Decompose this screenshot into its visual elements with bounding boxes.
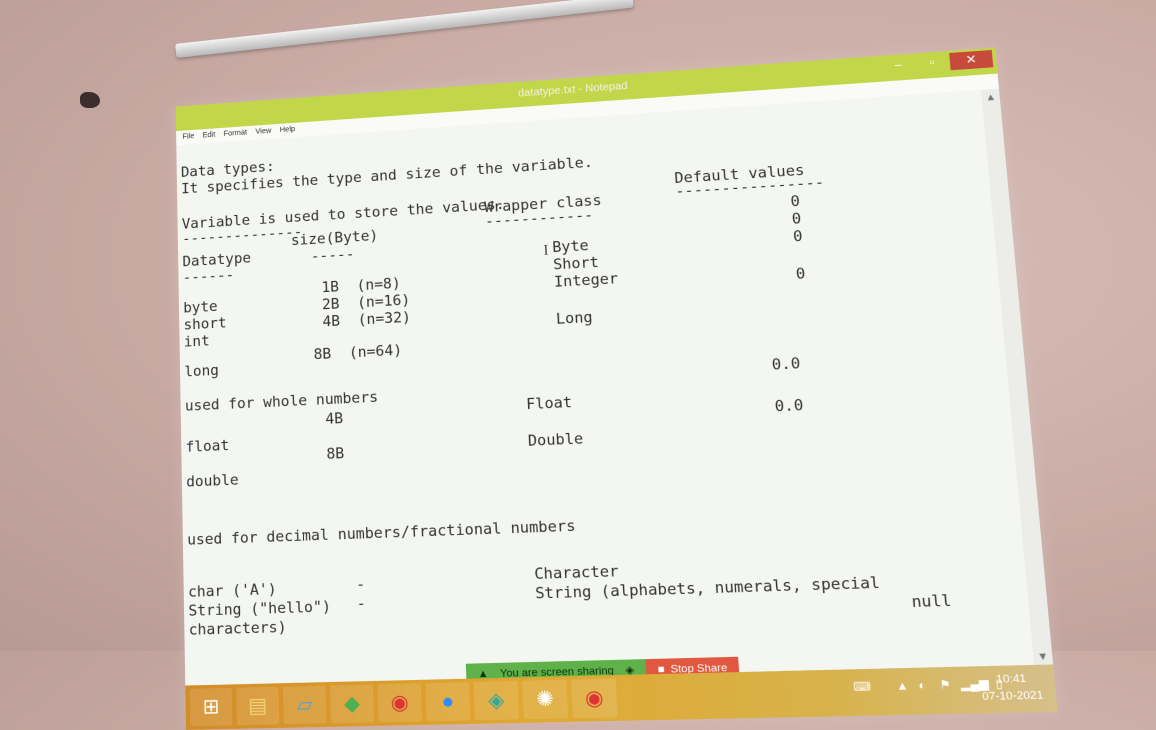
text-cursor-icon: I bbox=[543, 241, 549, 259]
text-line: float bbox=[185, 437, 230, 457]
app-launcher-icon[interactable]: ◆ bbox=[329, 684, 375, 724]
text-line: 0 bbox=[789, 193, 801, 211]
text-line: String ("hello") bbox=[188, 599, 332, 621]
windows-start-icon[interactable]: ⊞ bbox=[189, 687, 233, 727]
text-line: char ('A') bbox=[187, 581, 277, 602]
keyboard-icon[interactable]: ⌨ bbox=[853, 681, 872, 695]
text-line: - bbox=[355, 576, 366, 594]
text-line: Byte bbox=[551, 238, 590, 257]
scroll-up-icon[interactable]: ▲ bbox=[985, 91, 997, 103]
text-line: used for decimal numbers/fractional numb… bbox=[187, 518, 576, 550]
text-line: null bbox=[910, 592, 953, 612]
network-icon[interactable]: ⚑ bbox=[939, 679, 951, 692]
maximize-button[interactable]: ▫ bbox=[915, 53, 949, 73]
chrome-icon[interactable]: ◉ bbox=[570, 678, 618, 719]
text-line: short bbox=[183, 315, 227, 334]
text-line: Integer bbox=[553, 271, 619, 292]
menu-format[interactable]: Format bbox=[224, 129, 248, 138]
text-line: long bbox=[184, 362, 220, 381]
text-line: Character bbox=[533, 563, 620, 584]
menu-file[interactable]: File bbox=[182, 133, 194, 141]
chrome-icon[interactable]: ◉ bbox=[377, 683, 423, 723]
text-line: 0 bbox=[795, 266, 807, 284]
text-line: Float bbox=[525, 394, 573, 414]
text-line: 4B (n=32) bbox=[322, 309, 412, 331]
close-button[interactable]: ✕ bbox=[949, 49, 994, 71]
file-explorer-icon[interactable]: ▤ bbox=[236, 686, 280, 726]
media-player-icon[interactable]: ✺ bbox=[522, 679, 569, 720]
show-hidden-icons[interactable]: ▲ bbox=[896, 680, 909, 693]
projector-screen-rail bbox=[175, 0, 634, 58]
menu-view[interactable]: View bbox=[255, 128, 271, 136]
wall-mark bbox=[80, 92, 100, 108]
text-line: int bbox=[183, 333, 210, 351]
text-line: 0 bbox=[791, 211, 802, 229]
text-line: double bbox=[186, 472, 239, 492]
text-line: ------ bbox=[182, 267, 235, 287]
text-line: Short bbox=[552, 254, 600, 274]
text-line: characters) bbox=[188, 619, 287, 640]
notepad-icon[interactable]: ▱ bbox=[282, 685, 327, 725]
projected-desktop: datatype.txt - Notepad – ▫ ✕ File Edit F… bbox=[175, 47, 1058, 730]
text-line: Variable is used to store the values. bbox=[181, 197, 505, 233]
text-line: - bbox=[356, 595, 367, 613]
text-line: 8B bbox=[326, 446, 345, 464]
notification-icon[interactable]: ◐ bbox=[918, 680, 927, 693]
text-line: size(Byte) bbox=[290, 228, 379, 250]
clock-date: 07-10-2021 bbox=[981, 688, 1044, 704]
text-line: used for whole numbers bbox=[184, 389, 379, 416]
clock[interactable]: 10:41 07-10-2021 bbox=[980, 671, 1044, 706]
text-line: 0 bbox=[792, 228, 804, 246]
zoom-icon[interactable]: ● bbox=[425, 682, 471, 722]
menu-edit[interactable]: Edit bbox=[203, 131, 216, 139]
app-tile-icon[interactable]: ◈ bbox=[473, 680, 520, 721]
text-line: 4B bbox=[325, 411, 344, 429]
text-line: Long bbox=[555, 309, 594, 329]
menu-help[interactable]: Help bbox=[280, 126, 296, 134]
clock-time: 10:41 bbox=[995, 672, 1027, 687]
text-line: byte bbox=[183, 299, 218, 317]
text-line: 8B (n=64) bbox=[313, 342, 403, 364]
minimize-button[interactable]: – bbox=[881, 56, 915, 76]
text-line: 0.0 bbox=[774, 397, 805, 416]
text-line: Double bbox=[527, 431, 584, 451]
text-editor[interactable]: Data types: It specifies the type and si… bbox=[176, 89, 1035, 686]
scroll-down-icon[interactable]: ▼ bbox=[1037, 650, 1049, 662]
text-line: 0.0 bbox=[771, 355, 801, 375]
notepad-window: datatype.txt - Notepad – ▫ ✕ File Edit F… bbox=[175, 47, 1054, 686]
text-line: ----- bbox=[310, 246, 355, 266]
